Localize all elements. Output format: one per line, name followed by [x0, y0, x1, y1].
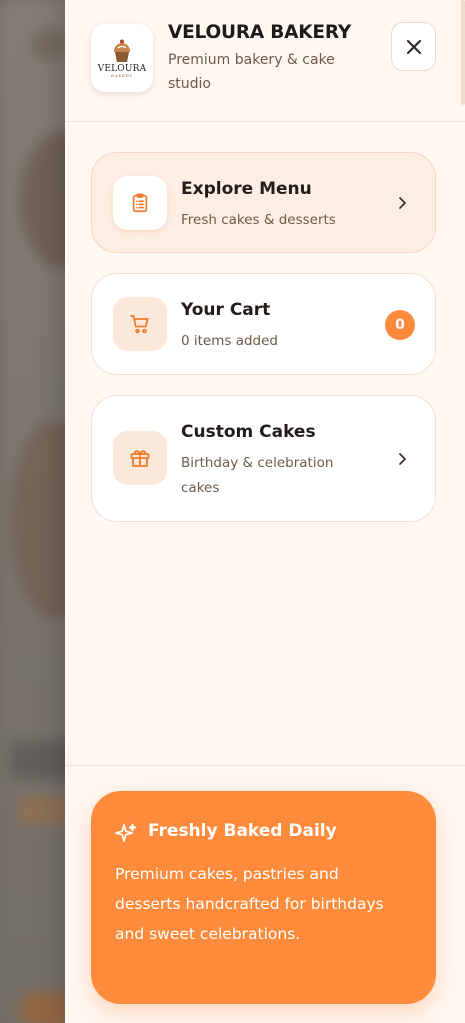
sparkles-icon [115, 823, 137, 842]
your-cart-title: Your Cart [181, 300, 271, 320]
gift-icon-wrap [113, 431, 167, 485]
menu-item-your-cart[interactable]: Your Cart 0 items added 0 [91, 273, 436, 375]
promo-card: Freshly Baked Daily Premium cakes, pastr… [91, 791, 436, 1004]
cart-icon [130, 315, 149, 334]
your-cart-subtitle: 0 items added [181, 333, 278, 349]
clipboard-list-icon [132, 193, 148, 213]
chevron-right-icon [399, 197, 406, 209]
section-divider [65, 765, 465, 766]
logo-subtext: BAKERY [110, 72, 134, 78]
side-drawer: VELOURA BAKERY VELOURA BAKERY Premium ba… [65, 0, 465, 1023]
explore-menu-title: Explore Menu [181, 179, 312, 199]
brand-subtitle: Premium bakery & cake studio [168, 52, 335, 92]
cake-logo-icon [114, 39, 130, 62]
brand-logo: VELOURA BAKERY [91, 24, 153, 92]
brand-title: VELOURA BAKERY [168, 22, 352, 43]
promo-description: Premium cakes, pastries and desserts han… [115, 865, 384, 943]
menu-item-explore-menu[interactable]: Explore Menu Fresh cakes & desserts [91, 152, 436, 253]
custom-cakes-title: Custom Cakes [181, 422, 316, 442]
close-button[interactable] [391, 22, 436, 71]
close-icon [406, 39, 421, 54]
cart-icon-wrap [113, 297, 167, 351]
menu-item-custom-cakes[interactable]: Custom Cakes Birthday & celebration cake… [91, 395, 436, 522]
clipboard-list-icon-wrap [113, 176, 167, 230]
drawer-header: VELOURA BAKERY VELOURA BAKERY Premium ba… [65, 0, 465, 122]
promo-title: Freshly Baked Daily [148, 821, 337, 841]
chevron-right-icon [399, 453, 406, 465]
gift-icon [130, 450, 150, 467]
cart-count-badge: 0 [385, 310, 415, 340]
explore-menu-subtitle: Fresh cakes & desserts [181, 212, 336, 228]
custom-cakes-subtitle: Birthday & celebration cakes [181, 455, 334, 496]
